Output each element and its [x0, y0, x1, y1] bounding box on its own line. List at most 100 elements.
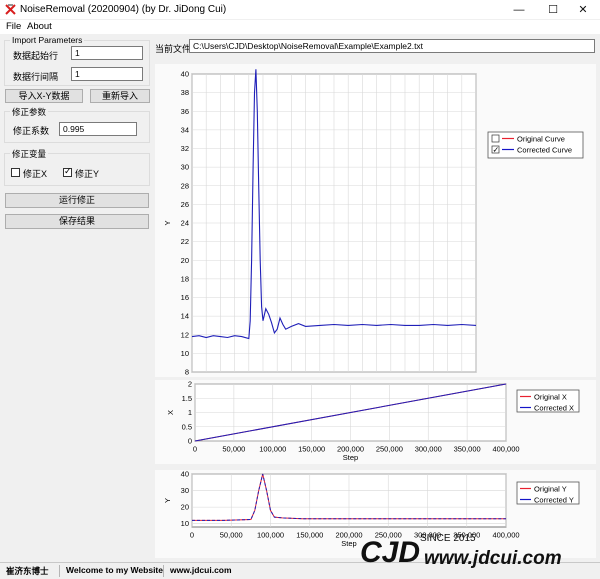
legend-label: Original Y: [534, 485, 567, 494]
y-axis-label: X: [166, 410, 175, 415]
x-tick-label: 400,000: [492, 445, 519, 454]
close-button[interactable]: ✕: [566, 0, 600, 20]
x-tick-label: 1.1: [343, 376, 353, 378]
minimize-button[interactable]: —: [502, 0, 536, 20]
x-tick-label: 50,000: [220, 531, 243, 540]
x-tick-label: 0.5: [258, 376, 268, 378]
y-tick-label: 22: [181, 237, 189, 246]
x-tick-label: 100,000: [257, 531, 284, 540]
x-tick-label: 0.1: [201, 376, 211, 378]
correction-params-title: 修正参数: [10, 106, 49, 118]
correct-y-label: 修正Y: [75, 169, 100, 179]
status-site[interactable]: www.jdcui.com: [170, 565, 232, 575]
x-tick-label: 1.2: [357, 376, 367, 378]
y-tick-label: 24: [181, 219, 189, 228]
legend-label: Corrected X: [534, 404, 574, 413]
y-axis-label: Y: [163, 498, 172, 503]
x-chart-panel: 0 50,000 100,000 150,000 200,000 250,000 300,0…: [155, 380, 596, 464]
y-tick-label: 20: [181, 256, 189, 265]
save-results-button[interactable]: 保存结果: [5, 214, 149, 229]
status-divider: [163, 565, 164, 577]
correction-vars-title: 修正变量: [10, 148, 49, 160]
y-tick-label: 16: [181, 293, 189, 302]
y-tick-label: 14: [181, 312, 189, 321]
main-chart-panel: 0 0.1 0.2 0.3 0.4 0.5 0.6 0.7 0.8 0.9 1 1.1 1.2 1.3 1.…: [155, 64, 596, 393]
logo-mark: CJD: [360, 536, 420, 569]
y-tick-label: 32: [181, 144, 189, 153]
x-tick-label: 0.2: [215, 376, 225, 378]
x-tick-label: 150,000: [298, 445, 325, 454]
x-tick-label: 0.7: [286, 376, 296, 378]
website-logo: CJD SINCE 2015 www.jdcui.com: [360, 533, 562, 569]
coefficient-input[interactable]: 0.995: [59, 122, 137, 136]
x-tick-label: 0.8: [300, 376, 310, 378]
x-tick-label: 1.6: [414, 376, 424, 378]
current-file-label: 当前文件: [155, 44, 192, 54]
x-tick-label: 0.4: [244, 376, 254, 378]
legend-checkbox: [491, 134, 500, 143]
y-tick-label: 30: [181, 163, 189, 172]
menu-about[interactable]: About: [27, 21, 52, 32]
legend-label: Original X: [534, 393, 567, 402]
y-tick-label: 1.5: [182, 394, 192, 403]
x-tick-label: 50,000: [222, 445, 245, 454]
work-area: Import Parameters 数据起始行 1 数据行间隔 1 导入X-Y数…: [0, 34, 600, 562]
x-tick-label: 2: [474, 376, 478, 378]
reimport-button[interactable]: 重新导入: [90, 89, 150, 103]
logo-since: SINCE 2015: [420, 533, 476, 544]
maximize-button[interactable]: ☐: [536, 0, 570, 20]
y-tick-label: 28: [181, 181, 189, 190]
coefficient-label: 修正系数: [13, 126, 50, 136]
correction-vars-group: 修正变量 修正X 修正Y: [4, 148, 150, 186]
x-tick-label: 0: [193, 445, 197, 454]
import-xy-button[interactable]: 导入X-Y数据: [5, 89, 83, 103]
app-icon: [5, 4, 16, 15]
x-axis-label: Step: [343, 453, 358, 462]
logo-url: www.jdcui.com: [424, 548, 562, 569]
menu-file[interactable]: File: [6, 21, 21, 32]
status-author: 崔济东博士: [6, 566, 49, 576]
y-tick-label: 30: [181, 486, 189, 495]
legend-label: Corrected Curve: [517, 146, 572, 155]
row-interval-input[interactable]: 1: [71, 67, 143, 81]
x-axis-label: Step: [341, 539, 356, 548]
y-tick-label: 10: [181, 519, 189, 528]
x-tick-label: 1.4: [386, 376, 396, 378]
x-tick-label: 1.3: [371, 376, 381, 378]
y-tick-label: 40: [181, 70, 189, 79]
run-correction-button[interactable]: 运行修正: [5, 193, 149, 208]
menu-bar: File About: [0, 20, 600, 34]
x-tick-label: 100,000: [259, 445, 286, 454]
y-tick-label: 10: [181, 349, 189, 358]
title-bar: NoiseRemoval (20200904) (by Dr. JiDong C…: [0, 0, 600, 20]
x-tick-label: 0.6: [272, 376, 282, 378]
y-tick-label: 0.5: [182, 422, 192, 431]
y-tick-label: 0: [188, 437, 192, 446]
x-tick-label: 1.9: [457, 376, 467, 378]
status-welcome: Welcome to my Website: [66, 565, 163, 575]
y-tick-label: 40: [181, 470, 189, 479]
y-tick-label: 26: [181, 200, 189, 209]
x-tick-label: 0.3: [229, 376, 239, 378]
y-tick-label: 8: [185, 368, 189, 377]
x-tick-label: 1: [332, 376, 336, 378]
x-tick-label: 1.8: [442, 376, 452, 378]
window-title: NoiseRemoval (20200904) (by Dr. JiDong C…: [20, 4, 227, 15]
correction-params-group: 修正参数 修正系数 0.995: [4, 106, 150, 143]
y-tick-label: 2: [188, 380, 192, 389]
correct-x-checkbox[interactable]: [11, 168, 20, 177]
x-tick-label: 350,000: [454, 445, 481, 454]
x-tick-label: 0: [190, 531, 194, 540]
x-tick-label: 300,000: [415, 445, 442, 454]
x-tick-label: 0: [190, 376, 194, 378]
legend-label: Original Curve: [517, 135, 565, 144]
y-tick-label: 34: [181, 125, 189, 134]
x-tick-label: 150,000: [296, 531, 323, 540]
row-interval-label: 数据行间隔: [13, 72, 59, 82]
correct-y-checkbox[interactable]: [63, 166, 72, 177]
current-file-path[interactable]: C:\Users\CJD\Desktop\NoiseRemoval\Exampl…: [189, 39, 595, 53]
x-tick-label: 0.9: [315, 376, 325, 378]
status-divider: [59, 565, 60, 577]
legend-label: Corrected Y: [534, 496, 574, 505]
start-row-input[interactable]: 1: [71, 46, 143, 60]
